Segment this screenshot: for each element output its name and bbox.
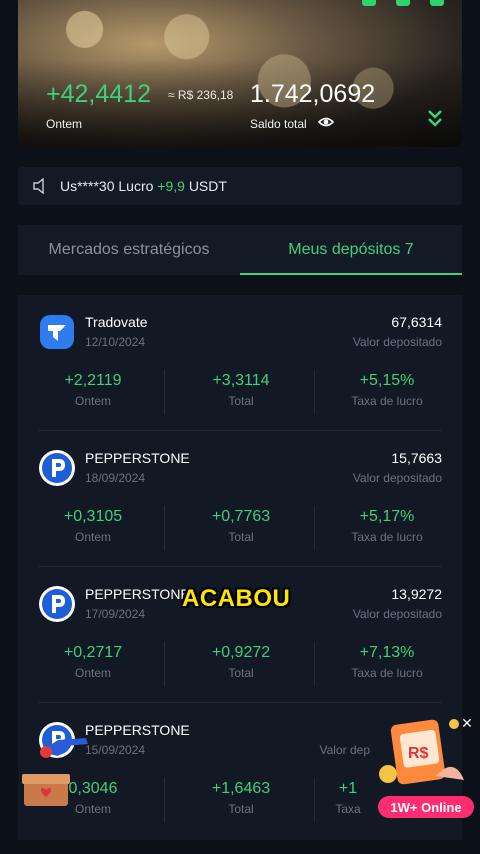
profit-rate-label: Taxa de lucro <box>351 394 423 408</box>
deposit-card[interactable]: PEPPERSTONE 18/09/2024 15,7663 Valor dep… <box>18 431 462 567</box>
ticker-currency: USDT <box>188 178 227 194</box>
total-profit-label: Total <box>228 530 254 544</box>
tradovate-logo-icon <box>40 315 74 349</box>
profit-rate-label: Taxa <box>335 802 361 816</box>
yesterday-profit: +0,3105 <box>63 508 123 525</box>
ticker-value: +9,9 <box>157 178 185 194</box>
yesterday-profit: +2,2119 <box>64 372 122 389</box>
deposit-amount: 13,9272 <box>391 586 442 602</box>
profit-rate-label: Taxa de lucro <box>351 666 423 680</box>
double-chevron-down-icon[interactable] <box>426 108 444 130</box>
profit-rate: +5,15% <box>359 372 415 389</box>
total-profit-label: Total <box>228 802 254 816</box>
yesterday-profit-label: Ontem <box>74 394 111 408</box>
deposit-amount-label: Valor depositado <box>352 607 442 621</box>
tab-strategic-markets[interactable]: Mercados estratégicos <box>18 225 240 275</box>
profit-ticker: Us****30 Lucro +9,9 USDT <box>18 167 462 205</box>
yesterday-profit: +0,2717 <box>63 644 123 661</box>
gift-box-icon[interactable] <box>22 770 70 808</box>
deposit-amount: 15,7663 <box>391 450 442 466</box>
deposit-date: 18/09/2024 <box>85 471 146 485</box>
yesterday-label: Ontem <box>46 117 83 131</box>
total-balance-label: Saldo total <box>250 117 307 131</box>
hero-banner: +42,4412 ≈ R$ 236,18 Ontem 1.742,0692 Sa… <box>18 0 462 147</box>
total-profit: +1,6463 <box>211 780 271 797</box>
tab-my-deposits[interactable]: Meus depósitos 7 <box>240 225 462 275</box>
deposit-broker-name: PEPPERSTONE <box>85 586 190 602</box>
profit-rate: +1 <box>338 780 358 797</box>
coin-label: R$ <box>408 745 429 762</box>
total-profit-label: Total <box>228 666 254 680</box>
top-icons <box>362 0 444 8</box>
total-profit: +0,9272 <box>211 644 271 661</box>
ticker-user: Us****30 Lucro <box>60 178 154 194</box>
profit-rate-label: Taxa de lucro <box>351 530 423 544</box>
pepperstone-logo-icon <box>39 450 75 486</box>
deposit-card[interactable]: Tradovate 12/10/2024 67,6314 Valor depos… <box>18 295 462 431</box>
yesterday-profit-label: Ontem <box>74 666 111 680</box>
online-badge[interactable]: 1W+ Online <box>378 796 474 818</box>
yesterday-profit-label: Ontem <box>74 530 111 544</box>
profit-rate: +7,13% <box>359 644 415 661</box>
total-profit-label: Total <box>228 394 254 408</box>
pepperstone-logo-icon <box>39 586 75 622</box>
total-balance: 1.742,0692 <box>250 80 376 108</box>
tabs: Mercados estratégicos Meus depósitos 7 <box>18 225 462 275</box>
bottom-edge <box>0 842 480 854</box>
deposit-broker-name: PEPPERSTONE <box>85 722 190 738</box>
deposit-amount-label: Valor dep <box>319 743 370 757</box>
profit-rate: +5,17% <box>359 508 415 525</box>
deposit-broker-name: Tradovate <box>85 314 148 330</box>
deposit-amount-label: Valor depositado <box>352 335 442 349</box>
deposit-broker-name: PEPPERSTONE <box>85 450 190 466</box>
yesterday-gain-brl: ≈ R$ 236,18 <box>168 88 234 102</box>
deposit-amount-label: Valor depositado <box>352 471 442 485</box>
overlay-caption: ACABOU <box>182 585 291 612</box>
deposit-date: 17/09/2024 <box>85 607 146 621</box>
speaker-icon <box>33 178 44 194</box>
close-icon[interactable]: ✕ <box>460 716 474 730</box>
yesterday-gain: +42,4412 <box>46 80 151 108</box>
pointing-hand-icon <box>40 738 88 758</box>
deposit-date: 12/10/2024 <box>85 335 146 349</box>
deposit-amount: 67,6314 <box>391 314 442 330</box>
online-promo[interactable]: R$ ✕ 1W+ Online <box>376 716 476 820</box>
deposit-date: 15/09/2024 <box>85 743 146 757</box>
eye-icon[interactable] <box>318 116 334 128</box>
total-profit: +0,7763 <box>211 508 271 525</box>
total-profit: +3,3114 <box>212 372 270 389</box>
